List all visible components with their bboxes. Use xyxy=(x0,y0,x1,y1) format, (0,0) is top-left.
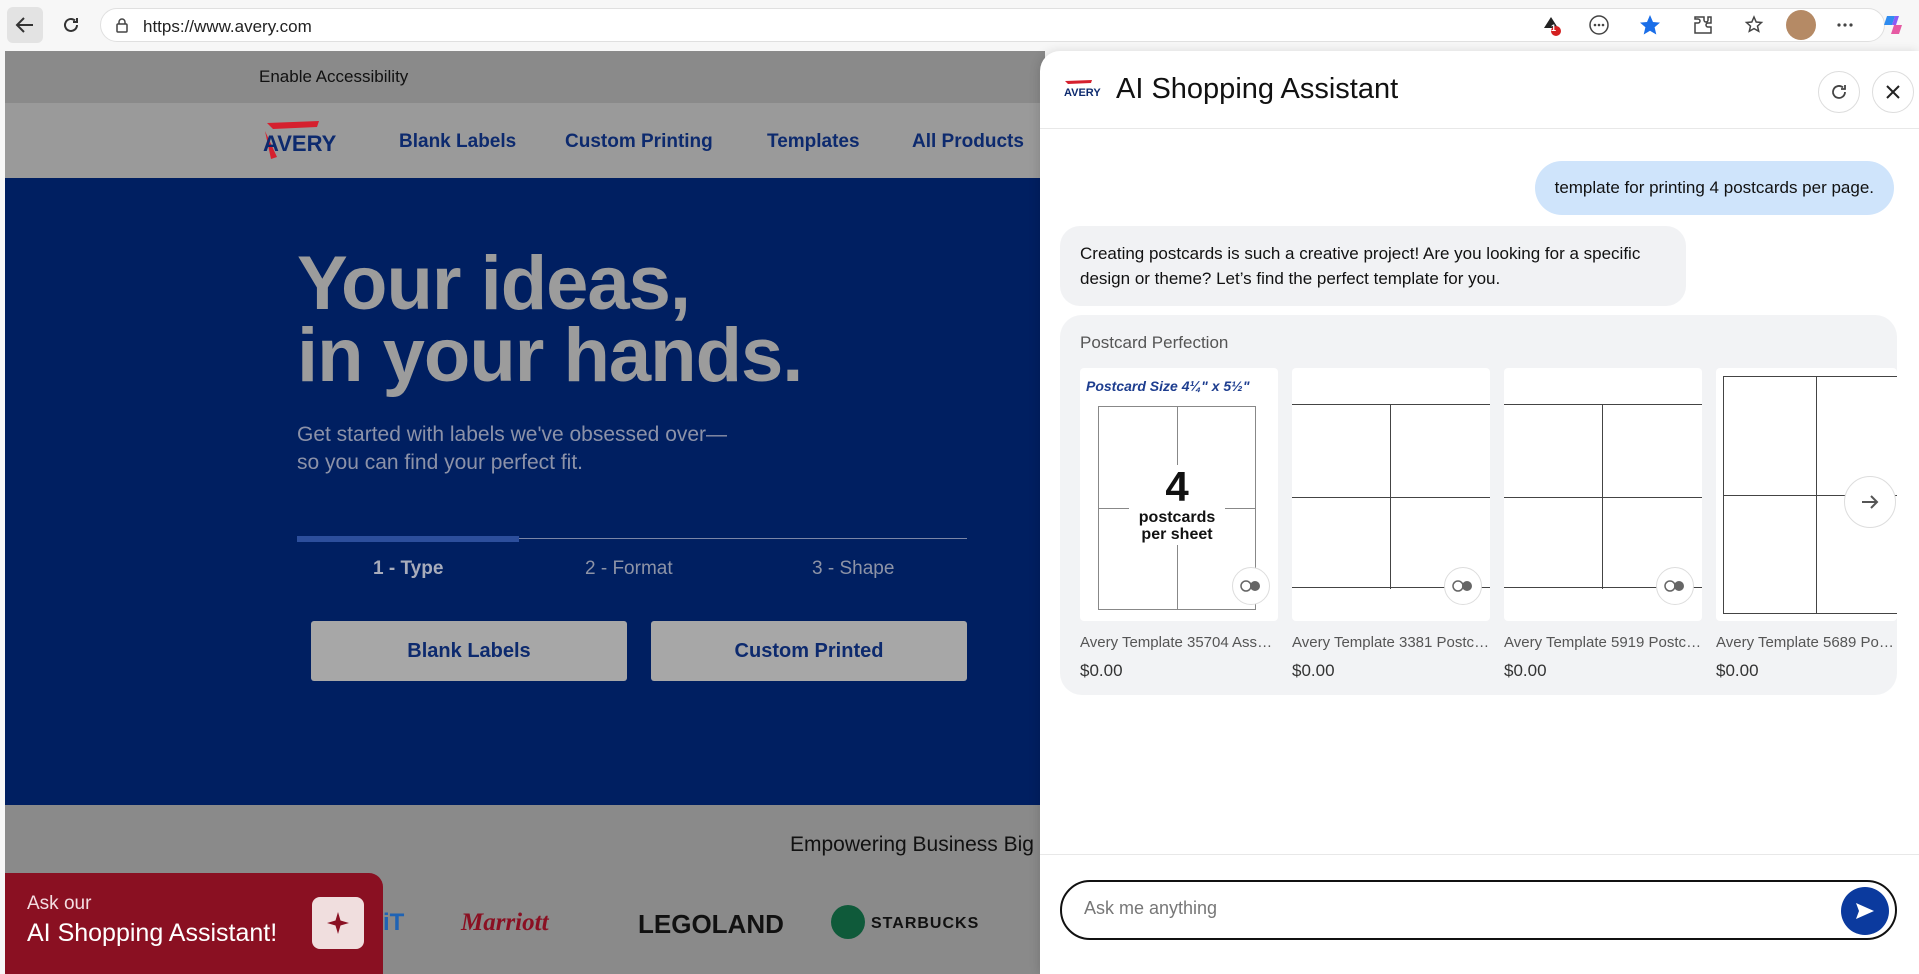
close-assistant-button[interactable] xyxy=(1872,71,1914,113)
arrow-right-icon xyxy=(1862,495,1879,509)
hero-headline: Your ideas, in your hands. xyxy=(297,246,803,394)
step-shape[interactable]: 3 - Shape xyxy=(812,558,894,580)
send-icon xyxy=(1856,903,1874,919)
step-format[interactable]: 2 - Format xyxy=(585,558,673,580)
marriott-logo: Marriott xyxy=(461,909,549,936)
reload-button[interactable] xyxy=(53,7,89,43)
refresh-icon xyxy=(1832,85,1846,99)
main-navigation: AVERY Blank Labels Custom Printing Templ… xyxy=(5,103,1045,178)
compare-toggle[interactable] xyxy=(1232,567,1270,605)
hero-subtext: Get started with labels we've obsessed o… xyxy=(297,421,817,477)
product-name[interactable]: Avery Template 35704 Assorted Postcards xyxy=(1080,634,1278,651)
assistant-message: Creating postcards is such a creative pr… xyxy=(1060,226,1686,306)
back-button[interactable] xyxy=(7,7,43,43)
steps-progress xyxy=(297,536,519,542)
hero-headline-line2: in your hands. xyxy=(297,313,803,398)
more-tools-icon[interactable] xyxy=(1586,12,1612,38)
nav-all-products[interactable]: All Products xyxy=(912,131,1024,153)
compare-toggle[interactable] xyxy=(1656,567,1694,605)
legoland-logo: LEGOLAND xyxy=(638,909,784,939)
close-icon xyxy=(1886,85,1900,99)
sparkle-icon xyxy=(312,897,364,949)
favorites-icon[interactable] xyxy=(1742,12,1768,38)
toggle-icon xyxy=(1664,580,1684,592)
hero-subtext-line2: so you can find your perfect fit. xyxy=(297,451,583,474)
carousel-title: Postcard Perfection xyxy=(1080,333,1229,352)
favorite-star-icon[interactable] xyxy=(1637,12,1663,38)
avery-small-logo: AVERY xyxy=(1064,80,1101,99)
nav-custom-printing[interactable]: Custom Printing xyxy=(565,131,713,153)
product-price: $0.00 xyxy=(1716,661,1759,680)
postcard-size-caption: Postcard Size 4¼" x 5½" xyxy=(1086,378,1250,394)
blank-labels-button[interactable]: Blank Labels xyxy=(311,621,627,681)
assistant-header: AVERY AI Shopping Assistant xyxy=(1040,51,1919,129)
postcard-label-line2: per sheet xyxy=(1141,526,1213,543)
back-arrow-icon xyxy=(15,17,33,33)
promo-line1: Ask our xyxy=(27,893,92,914)
reload-icon xyxy=(64,17,78,32)
notification-badge: 1 xyxy=(1551,23,1557,33)
ai-assistant-promo-button[interactable]: Ask our AI Shopping Assistant! xyxy=(5,873,383,974)
chat-input[interactable] xyxy=(1084,898,1784,919)
starbucks-siren-icon xyxy=(831,905,865,939)
browser-toolbar: https://www.avery.com 1 xyxy=(0,0,1919,50)
compare-toggle[interactable] xyxy=(1444,567,1482,605)
avery-website: Enable Accessibility AVERY Blank Labels … xyxy=(5,51,1045,974)
postcard-label-line1: postcards xyxy=(1138,509,1216,526)
restart-chat-button[interactable] xyxy=(1818,71,1860,113)
postcard-count: 4 xyxy=(1165,463,1189,510)
product-name[interactable]: Avery Template 5919 Postcards xyxy=(1504,634,1702,651)
product-name[interactable]: Avery Template 5689 Postcards xyxy=(1716,634,1897,651)
toggle-icon xyxy=(1452,580,1472,592)
product-carousel: Postcard Perfection Postcard Size 4¼" x … xyxy=(1060,315,1897,695)
profile-avatar-icon[interactable] xyxy=(1786,10,1816,40)
hero-section: Your ideas, in your hands. Get started w… xyxy=(5,178,1045,805)
template-grid-diagram xyxy=(1504,404,1702,589)
extensions-icon[interactable] xyxy=(1690,12,1716,38)
brand-logo-partial: iT xyxy=(383,909,405,936)
carousel-next-button[interactable] xyxy=(1844,476,1896,528)
tracking-prevention-icon[interactable]: 1 xyxy=(1538,12,1564,38)
nav-templates[interactable]: Templates xyxy=(767,131,860,153)
product-thumbnail[interactable]: Postcard Size 4¼" x 5½" 4 postcards per … xyxy=(1080,368,1278,621)
copilot-icon[interactable] xyxy=(1880,12,1906,38)
product-name[interactable]: Avery Template 3381 Postcards xyxy=(1292,634,1490,651)
enable-accessibility-link[interactable]: Enable Accessibility xyxy=(259,67,408,87)
step-type[interactable]: 1 - Type xyxy=(373,558,443,580)
avery-logo[interactable]: AVERY xyxy=(259,119,351,163)
avery-small-logo-text: AVERY xyxy=(1064,87,1101,99)
product-price: $0.00 xyxy=(1504,661,1547,680)
hero-subtext-line1: Get started with labels we've obsessed o… xyxy=(297,423,728,446)
site-info-icon[interactable] xyxy=(115,17,129,33)
url-text[interactable]: https://www.avery.com xyxy=(143,17,312,37)
accessibility-bar: Enable Accessibility xyxy=(5,51,1045,103)
chat-input-area xyxy=(1040,854,1919,974)
svg-text:AVERY: AVERY xyxy=(263,131,337,156)
assistant-title: AI Shopping Assistant xyxy=(1116,73,1399,105)
product-thumbnail[interactable] xyxy=(1504,368,1702,621)
chat-input-box[interactable] xyxy=(1060,880,1897,940)
address-bar[interactable]: https://www.avery.com xyxy=(100,8,1885,42)
custom-printed-button[interactable]: Custom Printed xyxy=(651,621,967,681)
business-title: Empowering Business Big xyxy=(790,833,1034,856)
user-message: template for printing 4 postcards per pa… xyxy=(1534,161,1894,215)
product-price: $0.00 xyxy=(1292,661,1335,680)
promo-line2: AI Shopping Assistant! xyxy=(27,919,278,947)
product-price: $0.00 xyxy=(1080,661,1123,680)
settings-more-icon[interactable] xyxy=(1832,12,1858,38)
nav-blank-labels[interactable]: Blank Labels xyxy=(399,131,516,153)
ai-assistant-panel: AVERY AI Shopping Assistant template for… xyxy=(1040,51,1919,974)
template-grid-diagram xyxy=(1292,404,1490,589)
starbucks-logo: STARBUCKS xyxy=(871,915,980,932)
toggle-icon xyxy=(1240,580,1260,592)
send-button[interactable] xyxy=(1841,887,1889,935)
product-thumbnail[interactable] xyxy=(1292,368,1490,621)
